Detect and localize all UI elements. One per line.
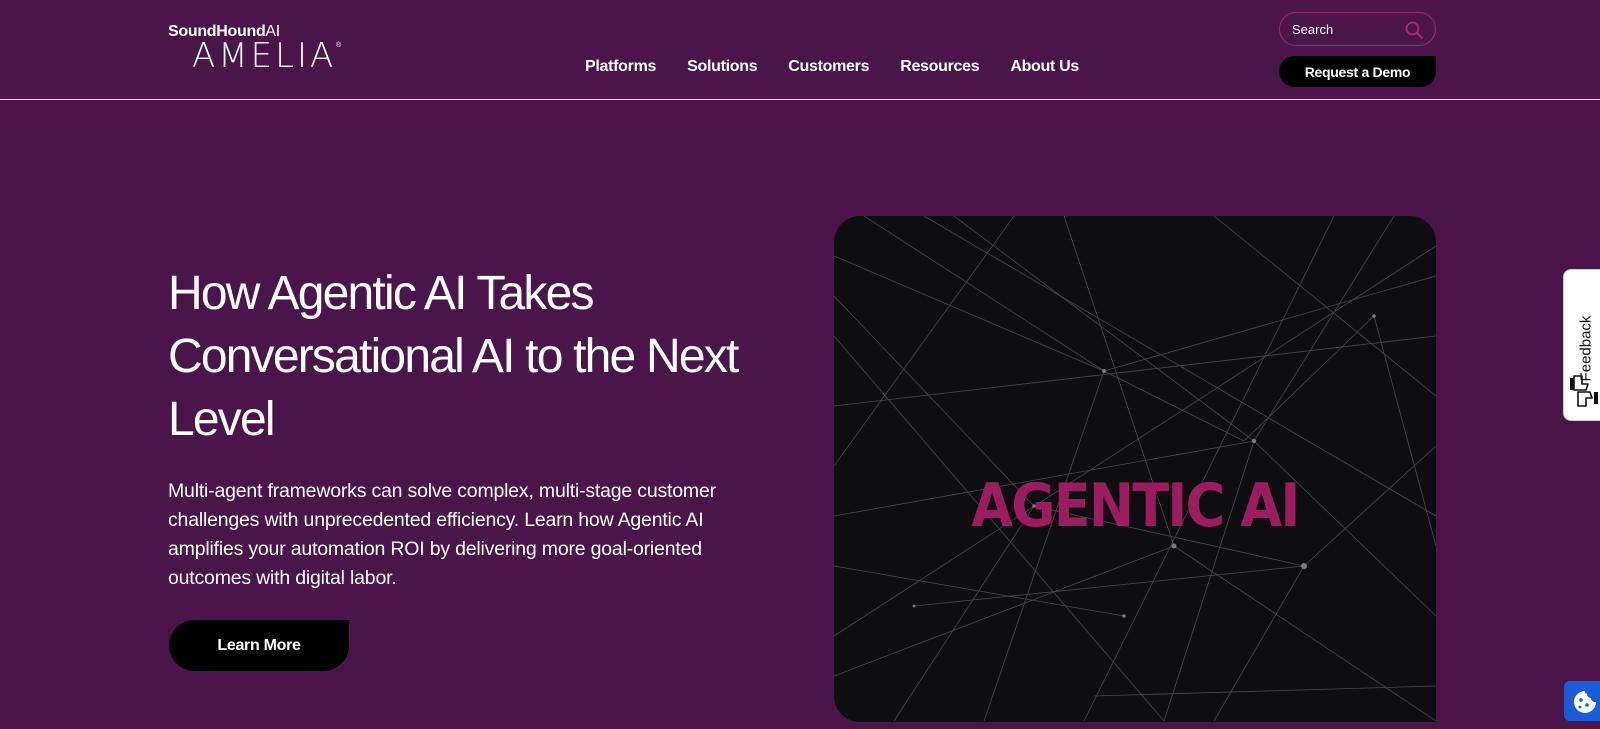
nav-item-resources[interactable]: Resources xyxy=(900,58,979,76)
agentic-ai-hero-image: AGENTIC AI xyxy=(834,216,1436,722)
hero-title: How Agentic AI Takes Conversational AI t… xyxy=(168,267,739,446)
network-lines-graphic xyxy=(834,216,1436,722)
feedback-tab[interactable]: Feedback xyxy=(1563,269,1600,421)
agentic-ai-image-text: AGENTIC AI xyxy=(971,471,1300,541)
nav-item-solutions[interactable]: Solutions xyxy=(687,58,757,76)
main-nav: Platforms Solutions Customers Resources … xyxy=(585,58,1110,76)
cookie-settings-button[interactable] xyxy=(1564,681,1600,721)
site-header: SoundHoundAI AMELIA ® Platforms Solution… xyxy=(0,0,1600,100)
cookie-icon xyxy=(1574,691,1596,713)
search-box xyxy=(1279,12,1436,46)
hero-description: Multi-agent frameworks can solve complex… xyxy=(168,480,716,589)
learn-more-button[interactable]: Learn More xyxy=(169,620,349,671)
request-demo-button[interactable]: Request a Demo xyxy=(1279,56,1436,87)
nav-item-platforms[interactable]: Platforms xyxy=(585,58,656,76)
logo-registered-mark: ® xyxy=(336,42,342,49)
nav-item-customers[interactable]: Customers xyxy=(788,58,869,76)
nav-item-about-us[interactable]: About Us xyxy=(1010,58,1079,76)
search-icon[interactable] xyxy=(1405,21,1423,39)
logo-product-text: AMELIA xyxy=(192,36,337,76)
thumbs-icon xyxy=(1570,375,1598,407)
soundhound-amelia-logo[interactable]: SoundHoundAI AMELIA ® xyxy=(168,20,343,76)
search-input[interactable] xyxy=(1290,20,1400,38)
